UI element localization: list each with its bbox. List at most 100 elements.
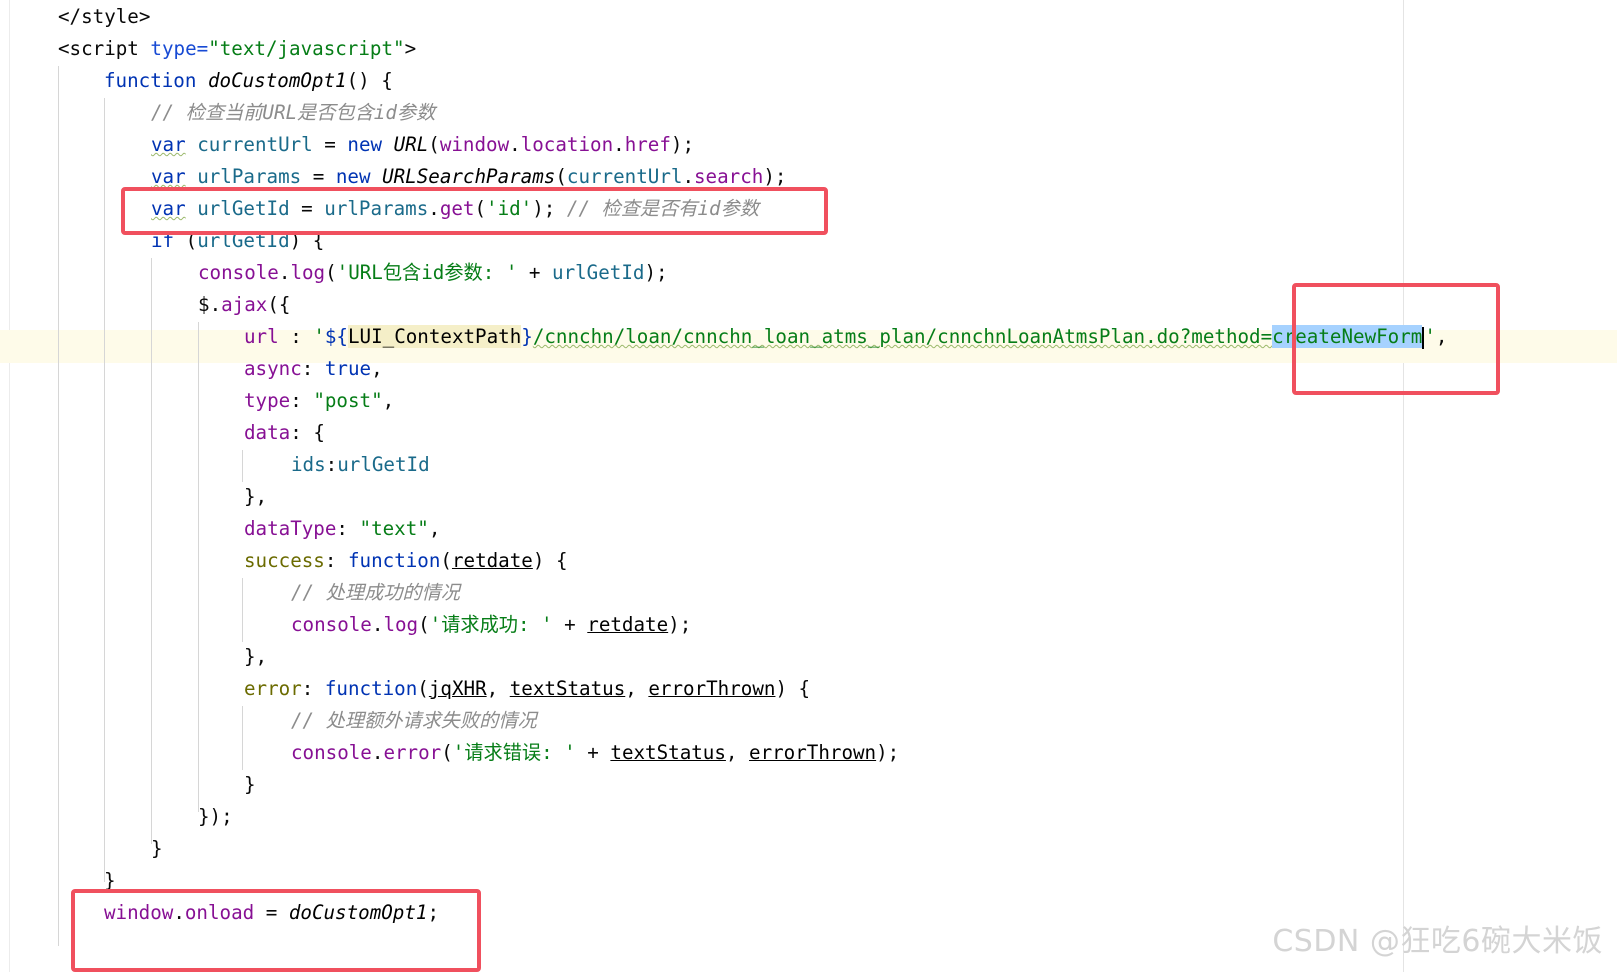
code-token: "text" bbox=[359, 517, 429, 540]
code-token: () { bbox=[346, 69, 393, 92]
right-margin-guide bbox=[1403, 0, 1404, 972]
code-token: + bbox=[575, 741, 611, 764]
code-token: location bbox=[520, 133, 614, 156]
code-token: function bbox=[347, 549, 441, 572]
code-token: async bbox=[244, 357, 302, 380]
code-token: ); bbox=[670, 133, 695, 156]
code-token: ( bbox=[417, 677, 429, 700]
code-token: : bbox=[290, 389, 314, 412]
code-comment: // 处理成功的情况 bbox=[291, 581, 460, 604]
code-token: , bbox=[428, 517, 441, 540]
code-token: ) { bbox=[532, 549, 568, 572]
code-token: var bbox=[151, 133, 186, 156]
code-token: url bbox=[244, 325, 279, 348]
code-line-23[interactable]: // 处理额外请求失败的情况 bbox=[291, 704, 537, 737]
code-token: true bbox=[324, 357, 372, 380]
code-line-20[interactable]: console.log('请求成功: ' + retdate); bbox=[291, 608, 691, 641]
indent-guide bbox=[198, 322, 199, 812]
code-token: urlGetId bbox=[552, 261, 645, 284]
code-token: > bbox=[404, 37, 417, 60]
code-token: /cnnchn/loan/cnnchn_loan_atms_plan/cnnch… bbox=[532, 325, 1273, 348]
code-line-21[interactable]: }, bbox=[244, 640, 267, 673]
code-token: urlParams bbox=[185, 165, 302, 188]
indent-guide bbox=[242, 578, 243, 642]
code-line-18[interactable]: success: function(retdate) { bbox=[244, 544, 568, 577]
code-line-19[interactable]: // 处理成功的情况 bbox=[291, 576, 460, 609]
code-token: ) { bbox=[775, 677, 811, 700]
code-token: "post" bbox=[313, 389, 383, 412]
code-token: : bbox=[336, 517, 360, 540]
code-line-11[interactable]: url : '${LUI_ContextPath}/cnnchn/loan/cn… bbox=[244, 320, 1447, 353]
code-line-14[interactable]: data: { bbox=[244, 416, 325, 449]
code-token: currentUrl bbox=[566, 165, 683, 188]
code-line-26[interactable]: }); bbox=[198, 800, 233, 833]
code-token: , bbox=[486, 677, 510, 700]
code-line-1[interactable]: </style> bbox=[58, 0, 150, 33]
code-token: . bbox=[371, 613, 384, 636]
code-token: + bbox=[517, 261, 553, 284]
code-token: retdate bbox=[451, 549, 533, 572]
code-token: ids bbox=[291, 453, 326, 476]
watermark-text: CSDN @狂吃6碗大米饭 bbox=[1272, 924, 1603, 959]
code-line-27[interactable]: } bbox=[151, 832, 163, 865]
indent-guide bbox=[104, 98, 105, 882]
code-token: ( bbox=[325, 261, 337, 284]
code-line-15[interactable]: ids:urlGetId bbox=[291, 448, 430, 481]
code-token: textStatus bbox=[509, 677, 626, 700]
code-token: log bbox=[383, 613, 419, 636]
code-token: } bbox=[244, 773, 256, 796]
code-line-22[interactable]: error: function(jqXHR, textStatus, error… bbox=[244, 672, 810, 705]
code-token: : bbox=[278, 325, 314, 348]
code-token: ( bbox=[555, 165, 567, 188]
code-token: ({ bbox=[267, 293, 291, 316]
code-token: "text/javascript" bbox=[208, 37, 405, 60]
code-token: , bbox=[382, 389, 395, 412]
code-line-5[interactable]: var currentUrl = new URL(window.location… bbox=[151, 128, 694, 161]
code-token: : { bbox=[290, 421, 325, 444]
code-token: , bbox=[625, 677, 649, 700]
code-token: ); bbox=[763, 165, 787, 188]
code-line-3[interactable]: function doCustomOpt1() { bbox=[104, 64, 393, 97]
code-token: , bbox=[371, 357, 383, 380]
code-line-10[interactable]: $.ajax({ bbox=[198, 288, 290, 321]
code-token: new bbox=[335, 165, 383, 188]
code-token: ); bbox=[668, 613, 692, 636]
code-editor[interactable]: </style> <script type="text/javascript">… bbox=[0, 0, 1617, 972]
code-token: ); bbox=[876, 741, 900, 764]
code-token: } bbox=[151, 837, 163, 860]
code-line-17[interactable]: dataType: "text", bbox=[244, 512, 440, 545]
indent-guide bbox=[151, 258, 152, 844]
code-comment: // 处理额外请求失败的情况 bbox=[291, 709, 537, 732]
code-token: </style> bbox=[58, 5, 151, 28]
code-token: URL bbox=[393, 133, 429, 156]
code-line-24[interactable]: console.error('请求错误: ' + textStatus, err… bbox=[291, 736, 899, 769]
code-token: window bbox=[439, 133, 510, 156]
indent-guide bbox=[242, 450, 243, 482]
code-token: : bbox=[325, 453, 338, 476]
code-token: }); bbox=[198, 805, 233, 828]
code-token: function bbox=[104, 69, 208, 92]
code-token: console bbox=[198, 261, 279, 284]
code-token: : bbox=[301, 357, 325, 380]
code-token: urlGetId bbox=[337, 453, 430, 476]
code-token: search bbox=[694, 165, 764, 188]
code-line-16[interactable]: }, bbox=[244, 480, 267, 513]
code-token: } bbox=[521, 325, 533, 348]
code-token: . bbox=[278, 261, 291, 284]
code-token: error bbox=[383, 741, 442, 764]
code-token: . bbox=[209, 293, 222, 316]
code-line-4[interactable]: // 检查当前URL是否包含id参数 bbox=[151, 96, 435, 129]
code-token: . bbox=[613, 133, 625, 156]
code-token: textStatus bbox=[610, 741, 726, 764]
code-token: function bbox=[324, 677, 418, 700]
indent-guide bbox=[58, 66, 59, 946]
code-token: : bbox=[324, 549, 348, 572]
code-line-13[interactable]: type: "post", bbox=[244, 384, 394, 417]
code-line-25[interactable]: } bbox=[244, 768, 256, 801]
code-line-12[interactable]: async: true, bbox=[244, 352, 383, 385]
code-token: $ bbox=[198, 293, 210, 316]
code-line-2[interactable]: <script type="text/javascript"> bbox=[58, 32, 416, 65]
code-token: type bbox=[244, 389, 291, 412]
code-token: URLSearchParams bbox=[382, 165, 556, 188]
code-line-9[interactable]: console.log('URL包含id参数: ' + urlGetId); bbox=[198, 256, 668, 289]
